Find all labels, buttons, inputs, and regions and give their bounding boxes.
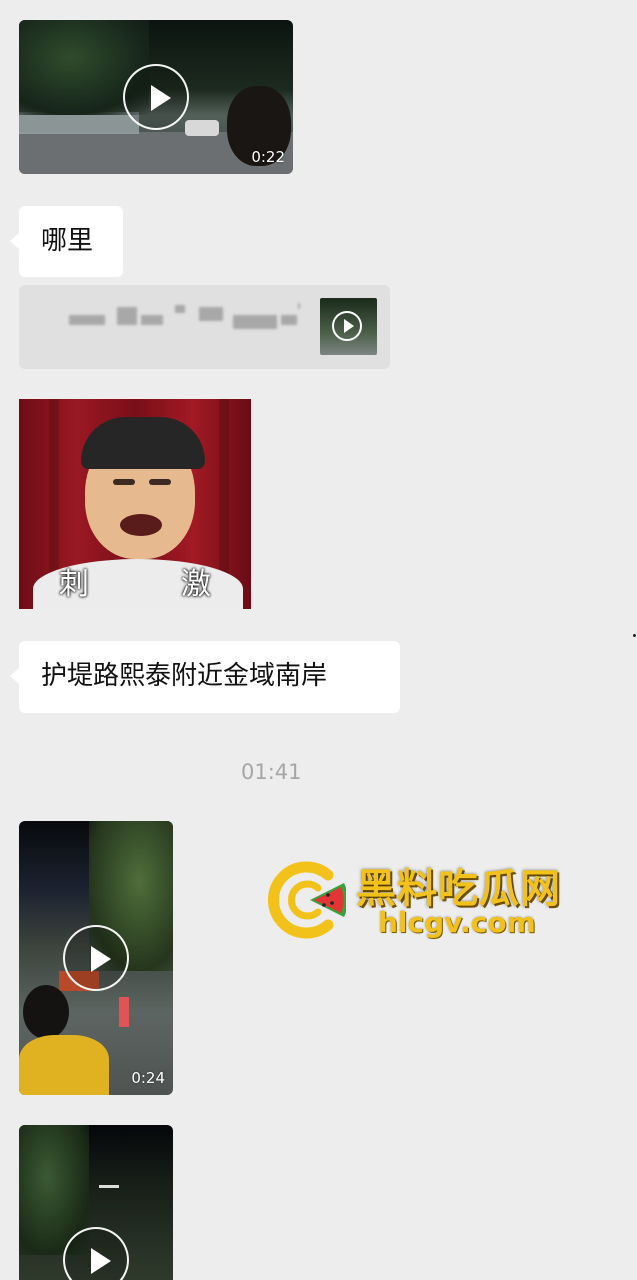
play-icon bbox=[332, 311, 362, 341]
text-message-2[interactable]: 护堤路熙泰附近金域南岸 bbox=[10, 641, 400, 713]
video-duration: 0:24 bbox=[131, 1069, 165, 1087]
play-icon[interactable] bbox=[63, 925, 129, 991]
video-message-2[interactable]: 0:24 bbox=[19, 821, 173, 1095]
person-shirt bbox=[19, 1035, 109, 1095]
quoted-reply[interactable] bbox=[19, 285, 390, 369]
text-message-1[interactable]: 哪里 bbox=[10, 206, 123, 277]
watermark-url: hlcgv.com bbox=[378, 906, 536, 939]
car-light bbox=[185, 120, 219, 136]
edge-dot bbox=[633, 634, 636, 637]
video-message-1[interactable]: 0:22 bbox=[19, 20, 293, 174]
quoted-video-thumbnail bbox=[320, 298, 377, 355]
play-icon[interactable] bbox=[123, 64, 189, 130]
fence bbox=[19, 112, 139, 134]
skullcap bbox=[81, 417, 205, 469]
sticker-image[interactable]: 刺 激 bbox=[19, 399, 251, 609]
sticker-caption-left: 刺 bbox=[59, 567, 89, 602]
watermark-logo-icon bbox=[267, 861, 349, 939]
video-message-3[interactable] bbox=[19, 1125, 173, 1280]
message-text: 护堤路熙泰附近金域南岸 bbox=[41, 661, 328, 691]
video-duration: 0:22 bbox=[251, 148, 285, 166]
road-cone bbox=[119, 997, 129, 1027]
person-head bbox=[23, 985, 69, 1039]
street-light bbox=[99, 1185, 119, 1188]
sticker-caption-right: 激 bbox=[181, 567, 211, 602]
message-text: 哪里 bbox=[41, 226, 94, 256]
timestamp: 01:41 bbox=[241, 760, 302, 784]
